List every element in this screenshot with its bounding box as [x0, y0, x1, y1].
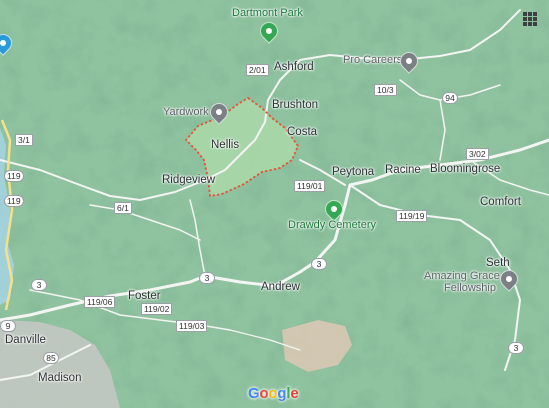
place-label-ashford[interactable]: Ashford — [274, 61, 314, 74]
route-shield-85[interactable]: 85 — [43, 352, 59, 364]
poi-label-fellowship[interactable]: Fellowship — [444, 282, 496, 295]
route-shield-3-a[interactable]: 3 — [311, 258, 327, 270]
route-shield-3-b[interactable]: 3 — [199, 272, 215, 284]
place-label-foster[interactable]: Foster — [128, 290, 161, 303]
poi-label-drawdy-cemetery[interactable]: Drawdy Cemetery — [288, 219, 376, 232]
route-shield-10-3[interactable]: 10/3 — [374, 84, 397, 96]
route-shield-119-b[interactable]: 119 — [4, 195, 24, 207]
route-shield-6-1[interactable]: 6/1 — [114, 202, 132, 214]
poi-label-yardwork[interactable]: Yardwork — [163, 106, 209, 119]
google-logo: Google — [248, 385, 299, 402]
route-shield-3-1[interactable]: 3/1 — [15, 134, 33, 146]
route-shield-119-a[interactable]: 119 — [4, 170, 24, 182]
logo-letter: e — [290, 385, 299, 402]
route-shield-9[interactable]: 9 — [0, 320, 16, 332]
apps-grid-icon[interactable] — [523, 12, 537, 26]
place-label-comfort[interactable]: Comfort — [480, 196, 521, 209]
logo-letter: G — [248, 385, 260, 402]
place-label-danville[interactable]: Danville — [5, 334, 46, 347]
route-shield-119-19[interactable]: 119/19 — [396, 210, 428, 222]
route-shield-2-01[interactable]: 2/01 — [246, 64, 269, 76]
route-shield-119-01[interactable]: 119/01 — [294, 180, 326, 192]
place-label-bloomingrose[interactable]: Bloomingrose — [430, 163, 500, 176]
place-label-costa[interactable]: Costa — [287, 126, 317, 139]
map-canvas[interactable]: Dartmont Park Pro Careers Yardwork Drawd… — [0, 0, 549, 408]
poi-label-pro-careers[interactable]: Pro Careers — [343, 54, 402, 67]
route-shield-119-06[interactable]: 119/06 — [84, 296, 116, 308]
place-label-brushton[interactable]: Brushton — [272, 99, 318, 112]
place-label-ridgeview[interactable]: Ridgeview — [162, 174, 215, 187]
route-shield-3-02[interactable]: 3/02 — [466, 148, 489, 160]
place-label-madison[interactable]: Madison — [38, 372, 81, 385]
place-label-nellis[interactable]: Nellis — [211, 139, 239, 152]
route-shield-119-03[interactable]: 119/03 — [176, 320, 208, 332]
route-shield-3-c[interactable]: 3 — [31, 279, 47, 291]
poi-label-dartmont-park[interactable]: Dartmont Park — [232, 7, 303, 20]
route-shield-3-d[interactable]: 3 — [508, 342, 524, 354]
place-label-seth[interactable]: Seth — [486, 257, 510, 270]
route-shield-119-02[interactable]: 119/02 — [141, 303, 173, 315]
place-label-peytona[interactable]: Peytona — [332, 166, 374, 179]
place-label-racine[interactable]: Racine — [385, 164, 421, 177]
route-shield-94[interactable]: 94 — [442, 92, 458, 104]
place-label-andrew[interactable]: Andrew — [261, 281, 300, 294]
